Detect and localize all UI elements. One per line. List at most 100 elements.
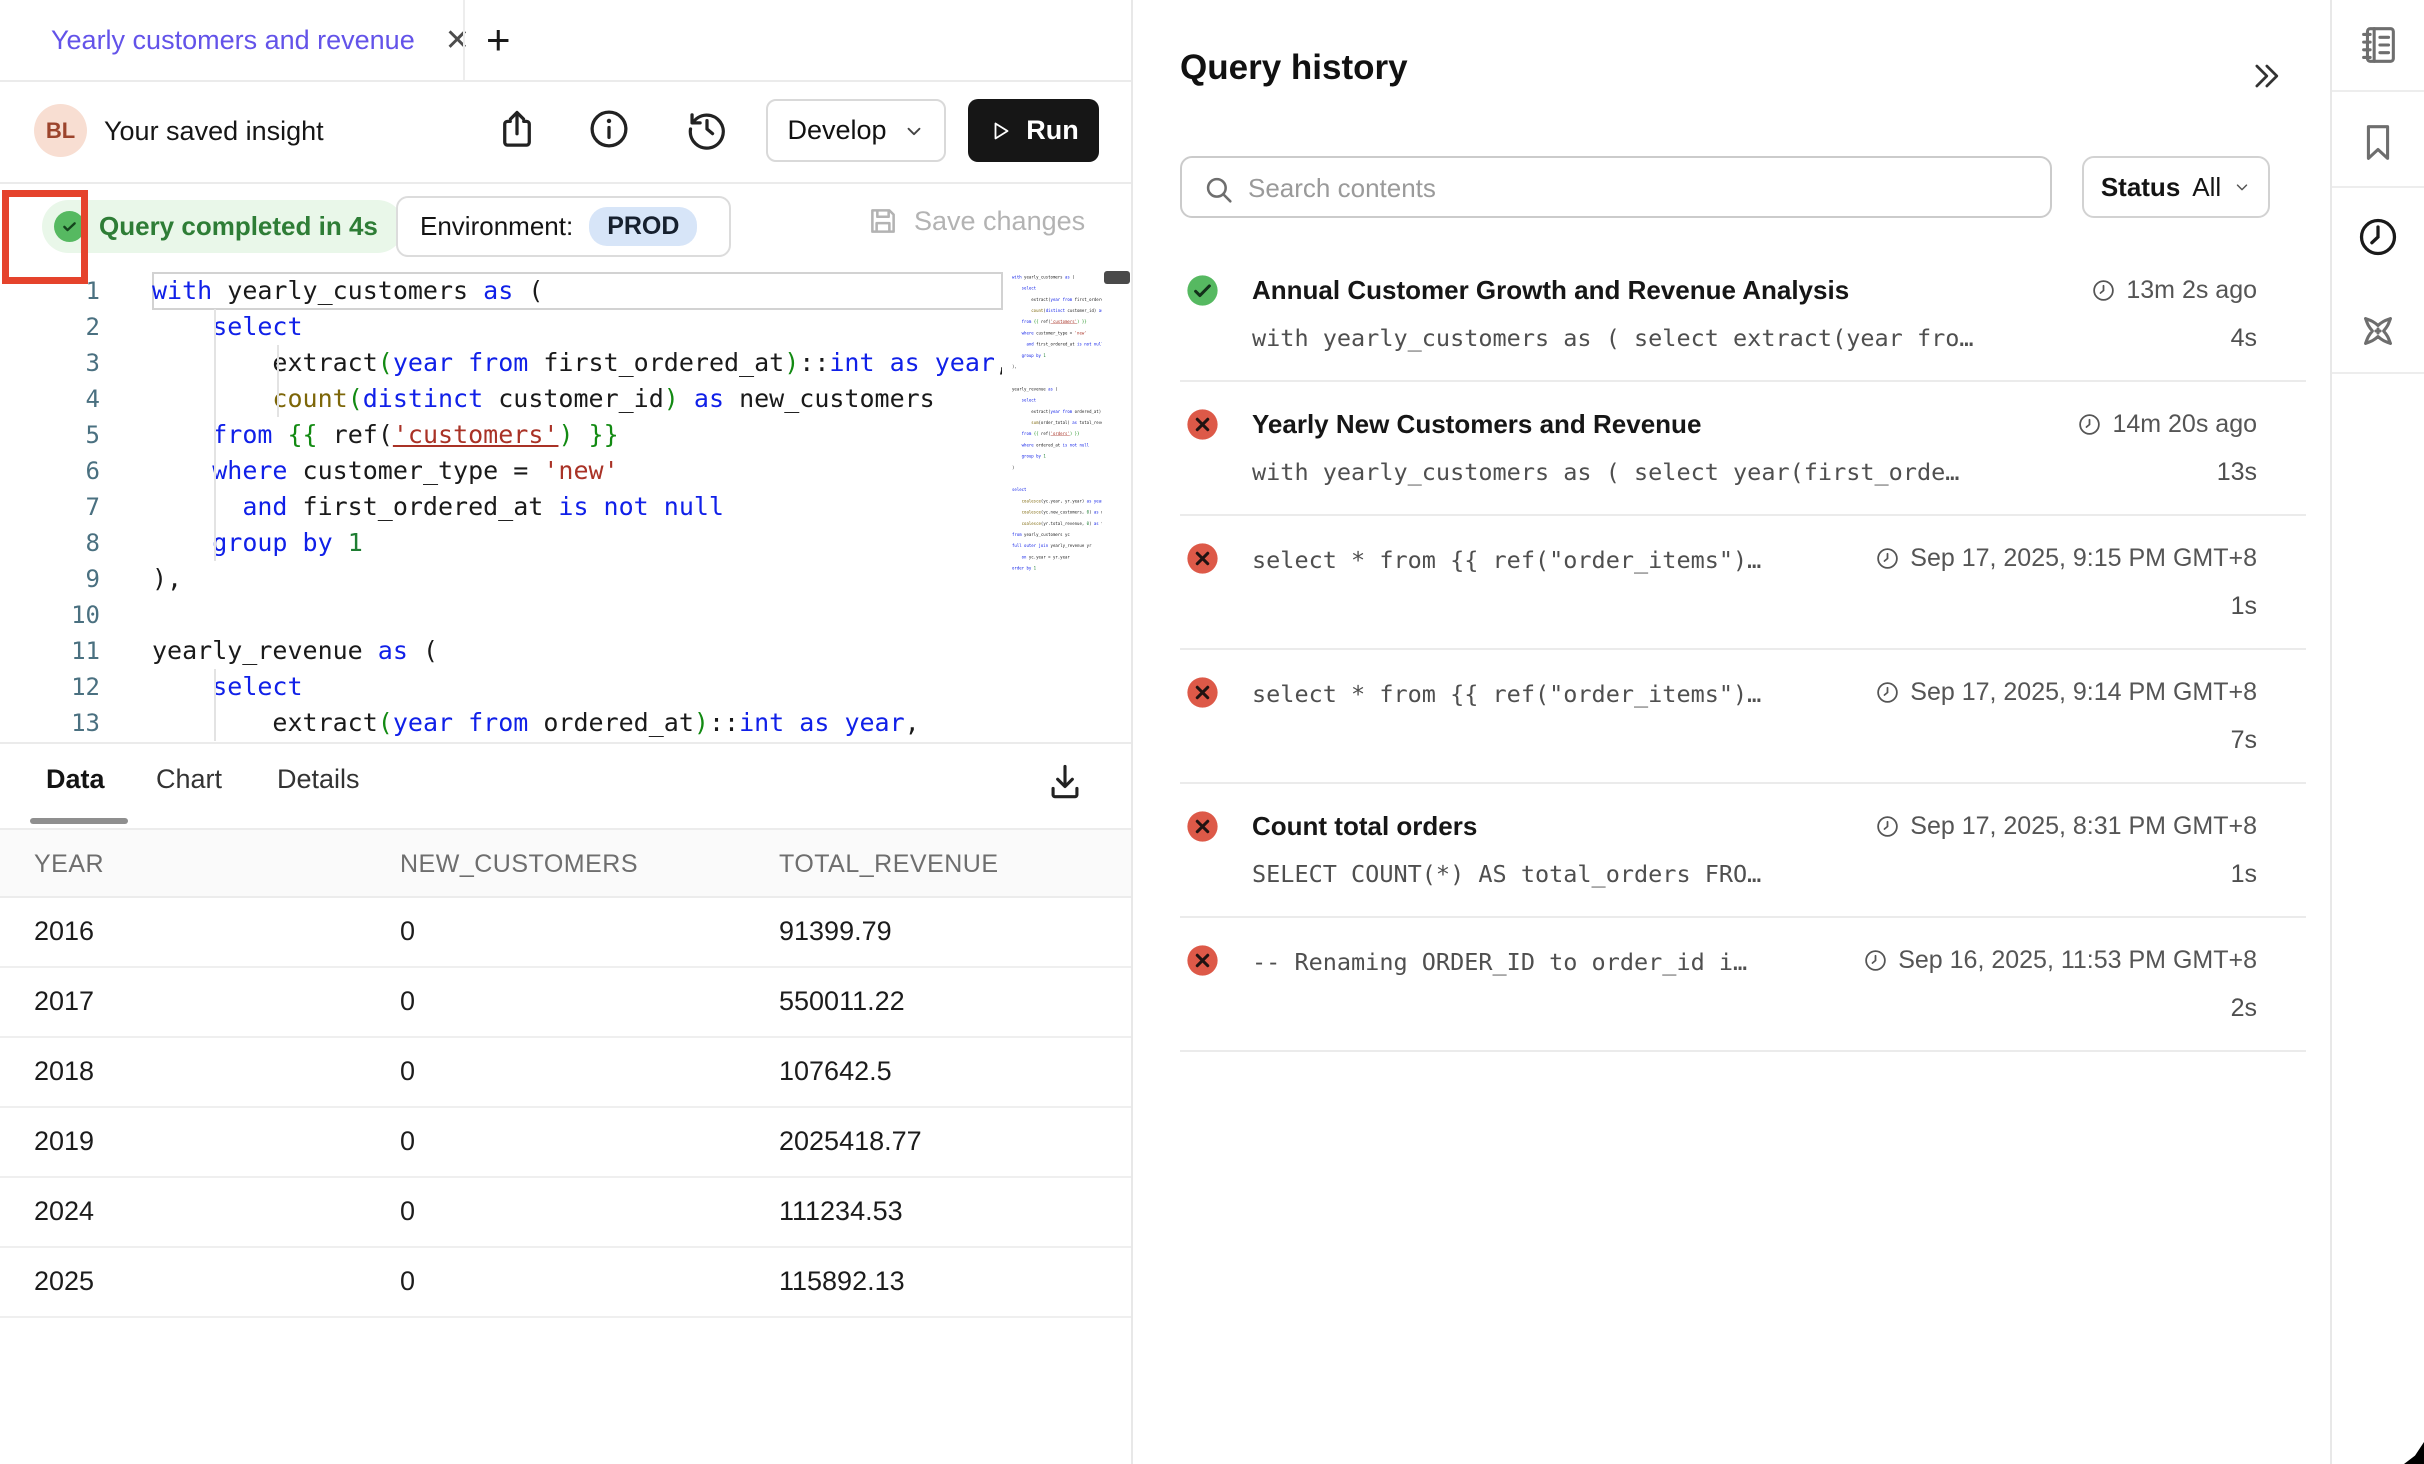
save-icon xyxy=(866,204,900,238)
column-header-total-revenue[interactable]: TOTAL_REVENUE xyxy=(779,850,999,879)
code-line[interactable]: with yearly_customers as ( xyxy=(152,273,1002,309)
code-line[interactable]: from {{ ref('customers') }} xyxy=(152,417,1002,453)
column-header-new-customers[interactable]: NEW_CUSTOMERS xyxy=(400,850,638,879)
develop-button[interactable]: Develop xyxy=(766,99,946,162)
status-filter-label: Status xyxy=(2101,172,2180,203)
avatar[interactable]: BL xyxy=(34,104,87,157)
table-row[interactable]: 2024 0 111234.53 xyxy=(0,1178,1131,1248)
table-row[interactable]: 2025 0 115892.13 xyxy=(0,1248,1131,1318)
minimap-line: group by 1 xyxy=(1012,451,1102,462)
line-number: 8 xyxy=(0,525,100,561)
close-icon[interactable]: ✕ xyxy=(445,23,470,58)
minimap-line: where ordered_at is not null xyxy=(1012,440,1102,451)
tab-data[interactable]: Data xyxy=(46,764,105,795)
share-icon[interactable] xyxy=(494,106,540,152)
info-icon[interactable] xyxy=(586,106,632,152)
tab-title[interactable]: Yearly customers and revenue xyxy=(51,25,415,56)
query-sql-preview: -- Renaming ORDER_ID to order_id i… xyxy=(1252,948,1747,976)
minimap-line: order by 1 xyxy=(1012,563,1102,574)
new-tab-button[interactable]: + xyxy=(486,16,511,64)
code-line[interactable]: ), xyxy=(152,561,1002,597)
query-sql-preview: SELECT COUNT(*) AS total_orders FRO… xyxy=(1252,860,1761,888)
code-line[interactable]: where customer_type = 'new' xyxy=(152,453,1002,489)
code-line[interactable]: select xyxy=(152,309,1002,345)
sidebar-section-divider xyxy=(2332,186,2424,188)
save-changes-button[interactable]: Save changes xyxy=(866,204,1085,238)
chevron-down-icon xyxy=(903,120,925,142)
clock-icon xyxy=(1875,680,1900,705)
clock-icon[interactable] xyxy=(2355,214,2401,260)
error-x-icon xyxy=(1186,542,1219,575)
environment-selector[interactable]: Environment: PROD xyxy=(396,196,731,257)
search-input[interactable] xyxy=(1246,162,2030,214)
minimap-line: coalesce(yc.year, yr.year) as year, xyxy=(1012,496,1102,507)
indent-guide xyxy=(214,669,216,741)
code-lines[interactable]: with yearly_customers as ( select extrac… xyxy=(152,273,1002,741)
code-line[interactable]: group by 1 xyxy=(152,525,1002,561)
table-row[interactable]: 2016 0 91399.79 xyxy=(0,898,1131,968)
compass-icon[interactable] xyxy=(2355,308,2401,354)
line-number: 10 xyxy=(0,597,100,633)
query-time-text: 14m 20s ago xyxy=(2112,410,2257,439)
editor-scrollbar[interactable] xyxy=(1104,271,1130,284)
minimap-line: from {{ ref('customers') }} xyxy=(1012,317,1102,328)
cell-new-customers: 0 xyxy=(400,916,415,947)
environment-value-badge: PROD xyxy=(589,207,697,246)
editor-minimap[interactable]: with yearly_customers as ( select extrac… xyxy=(1012,272,1102,602)
minimap-line: yearly_revenue as ( xyxy=(1012,384,1102,395)
minimap-line: from yearly_customers yc xyxy=(1012,530,1102,541)
tab-yearly-customers[interactable]: Yearly customers and revenue ✕ xyxy=(51,0,470,80)
query-history-item[interactable]: Yearly New Customers and Revenue with ye… xyxy=(1133,382,2330,516)
download-icon[interactable] xyxy=(1043,760,1087,804)
error-x-icon xyxy=(1186,944,1219,977)
notebook-icon[interactable] xyxy=(2355,22,2401,68)
tab-chart[interactable]: Chart xyxy=(156,764,222,795)
code-line[interactable]: yearly_revenue as ( xyxy=(152,633,1002,669)
code-line[interactable] xyxy=(152,597,1002,633)
code-line[interactable]: and first_ordered_at is not null xyxy=(152,489,1002,525)
query-history-item[interactable]: select * from {{ ref("order_items")… Sep… xyxy=(1133,650,2330,784)
query-history-item[interactable]: -- Renaming ORDER_ID to order_id i… Sep … xyxy=(1133,918,2330,1052)
cell-new-customers: 0 xyxy=(400,986,415,1017)
status-filter-value: All xyxy=(2192,172,2221,203)
code-line[interactable]: extract(year from first_ordered_at)::int… xyxy=(152,345,1002,381)
status-icon xyxy=(1186,944,1219,977)
tab-details[interactable]: Details xyxy=(277,764,360,795)
search-icon xyxy=(1202,173,1236,207)
query-history-item[interactable]: select * from {{ ref("order_items")… Sep… xyxy=(1133,516,2330,650)
cell-total-revenue: 2025418.77 xyxy=(779,1126,922,1157)
query-duration: 7s xyxy=(2231,726,2257,755)
develop-label: Develop xyxy=(787,115,886,146)
query-time-text: Sep 17, 2025, 9:14 PM GMT+8 xyxy=(1910,678,2257,707)
minimap-line: extract(year from first_ordered_at)::int… xyxy=(1012,294,1102,305)
code-line[interactable]: select xyxy=(152,669,1002,705)
query-history-list: Annual Customer Growth and Revenue Analy… xyxy=(1133,248,2330,1052)
bookmark-icon[interactable] xyxy=(2355,120,2401,166)
cell-new-customers: 0 xyxy=(400,1126,415,1157)
code-line[interactable]: count(distinct customer_id) as new_custo… xyxy=(152,381,1002,417)
minimap-line: coalesce(yr.total_revenue, 0) as total_r… xyxy=(1012,518,1102,529)
table-row[interactable]: 2019 0 2025418.77 xyxy=(0,1108,1131,1178)
code-line[interactable]: extract(year from ordered_at)::int as ye… xyxy=(152,705,1002,741)
status-icon xyxy=(1186,542,1219,575)
cell-total-revenue: 107642.5 xyxy=(779,1056,892,1087)
chevron-down-icon xyxy=(2233,178,2251,196)
cell-year: 2018 xyxy=(34,1056,94,1087)
run-button[interactable]: Run xyxy=(968,99,1099,162)
minimap-line: count(distinct customer_id) as new_custo… xyxy=(1012,306,1102,317)
query-history-item[interactable]: Count total orders SELECT COUNT(*) AS to… xyxy=(1133,784,2330,918)
cell-new-customers: 0 xyxy=(400,1056,415,1087)
version-history-icon[interactable] xyxy=(684,106,730,152)
query-title: Count total orders xyxy=(1252,811,1477,842)
column-header-year[interactable]: YEAR xyxy=(34,850,104,879)
collapse-panel-icon[interactable] xyxy=(2246,56,2286,96)
status-filter-button[interactable]: Status All xyxy=(2082,156,2270,218)
query-timestamp: Sep 17, 2025, 9:14 PM GMT+8 xyxy=(1875,678,2257,707)
table-row[interactable]: 2018 0 107642.5 xyxy=(0,1038,1131,1108)
cell-total-revenue: 111234.53 xyxy=(779,1196,903,1227)
sql-editor[interactable]: 12345678910111213 with yearly_customers … xyxy=(0,262,1131,742)
line-number: 5 xyxy=(0,417,100,453)
query-history-item[interactable]: Annual Customer Growth and Revenue Analy… xyxy=(1133,248,2330,382)
status-row: Query completed in 4s Environment: PROD … xyxy=(0,182,1131,262)
table-row[interactable]: 2017 0 550011.22 xyxy=(0,968,1131,1038)
